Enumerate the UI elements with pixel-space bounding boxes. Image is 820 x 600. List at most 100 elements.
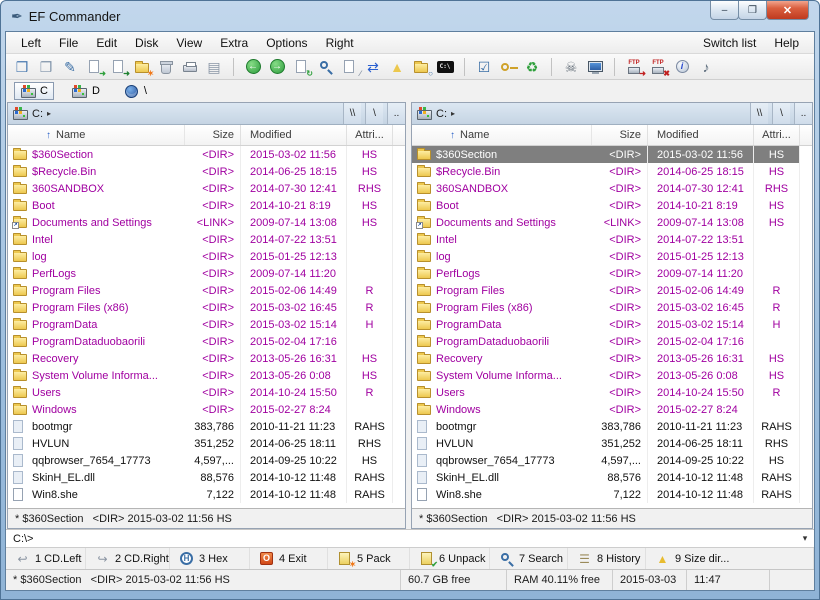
menu-item-disk[interactable]: Disk <box>126 34 167 52</box>
file-row[interactable]: Program Files<DIR>2015-02-06 14:49R <box>412 282 812 299</box>
file-row[interactable]: 360SANDBOX<DIR>2014-07-30 12:41RHS <box>8 180 405 197</box>
path-bar-right[interactable]: C:▸\\\.. <box>412 103 812 125</box>
path-bar-left[interactable]: C:▸\\\.. <box>8 103 405 125</box>
fkey-5-pack[interactable]: ✶5 Pack <box>328 548 410 569</box>
file-row[interactable]: ↗Documents and Settings<LINK>2009-07-14 … <box>8 214 405 231</box>
up-dir-button[interactable]: .. <box>387 103 405 124</box>
file-row[interactable]: Users<DIR>2014-10-24 15:50R <box>412 384 812 401</box>
pyramid-icon[interactable]: ▲ <box>388 58 406 76</box>
file-row[interactable]: $Recycle.Bin<DIR>2014-06-25 18:15HS <box>412 163 812 180</box>
menu-item-right[interactable]: Right <box>317 34 363 52</box>
ftp-disconnect-icon[interactable]: FTP✖ <box>649 58 667 76</box>
ftp-connect-icon[interactable]: FTP➜ <box>625 58 643 76</box>
file-row[interactable]: bootmgr383,7862010-11-21 11:23RAHS <box>8 418 405 435</box>
backslash-button[interactable]: \ <box>772 103 790 124</box>
fkey-3-hex[interactable]: H3 Hex <box>170 548 250 569</box>
print-icon[interactable] <box>181 58 199 76</box>
delete-icon[interactable] <box>157 58 175 76</box>
maximize-button[interactable]: ❐ <box>738 1 767 20</box>
file-row[interactable]: Boot<DIR>2014-10-21 8:19HS <box>8 197 405 214</box>
menu-item-left[interactable]: Left <box>12 34 50 52</box>
column-header-modified[interactable]: Modified <box>648 125 754 145</box>
keys-icon[interactable] <box>499 58 517 76</box>
file-row[interactable]: SkinH_EL.dll88,5762014-10-12 11:48RAHS <box>8 469 405 486</box>
fkey-8-history[interactable]: ☰8 History <box>568 548 646 569</box>
menu-item-switch-list[interactable]: Switch list <box>694 34 765 52</box>
command-prompt-icon[interactable]: C:\ <box>436 58 454 76</box>
command-history-dropdown-icon[interactable]: ▾ <box>796 533 814 544</box>
file-row[interactable]: bootmgr383,7862010-11-21 11:23RAHS <box>412 418 812 435</box>
file-row[interactable]: System Volume Informa...<DIR>2013-05-26 … <box>412 367 812 384</box>
file-row[interactable]: Program Files<DIR>2015-02-06 14:49R <box>8 282 405 299</box>
file-row[interactable]: ProgramDataduobaorili<DIR>2015-02-04 17:… <box>412 333 812 350</box>
file-row[interactable]: Win8.she7,1222014-10-12 11:48RAHS <box>8 486 405 503</box>
edit-icon[interactable]: ✎ <box>61 58 79 76</box>
address-book-icon[interactable]: ❐ <box>37 58 55 76</box>
fkey-4-exit[interactable]: O4 Exit <box>250 548 328 569</box>
menu-item-options[interactable]: Options <box>257 34 316 52</box>
backslash-button[interactable]: \ <box>365 103 383 124</box>
skull-icon[interactable]: ☠ <box>562 58 580 76</box>
properties-icon[interactable]: ☑ <box>475 58 493 76</box>
root-button[interactable]: \\ <box>750 103 768 124</box>
file-row[interactable]: ↗Documents and Settings<LINK>2009-07-14 … <box>412 214 812 231</box>
file-row[interactable]: $Recycle.Bin<DIR>2014-06-25 18:15HS <box>8 163 405 180</box>
column-header-size[interactable]: Size <box>592 125 648 145</box>
file-row[interactable]: ProgramData<DIR>2015-03-02 15:14H <box>8 316 405 333</box>
column-header-name[interactable]: ↑Name <box>412 125 592 145</box>
file-row[interactable]: qqbrowser_7654_177734,597,...2014-09-25 … <box>8 452 405 469</box>
file-row[interactable]: Windows<DIR>2015-02-27 8:24 <box>412 401 812 418</box>
fkey-9-size-dir-[interactable]: ▲9 Size dir... <box>646 548 814 569</box>
info-icon[interactable]: i <box>673 58 691 76</box>
file-row[interactable]: Program Files (x86)<DIR>2015-03-02 16:45… <box>8 299 405 316</box>
file-row[interactable]: log<DIR>2015-01-25 12:13 <box>8 248 405 265</box>
sound-icon[interactable]: ♪ <box>697 58 715 76</box>
refresh-icon[interactable]: ↻ <box>292 58 310 76</box>
root-button[interactable]: \\ <box>343 103 361 124</box>
menu-item-view[interactable]: View <box>167 34 211 52</box>
new-folder-icon[interactable]: ✶ <box>133 58 151 76</box>
folder-search-icon[interactable]: ○ <box>412 58 430 76</box>
file-row[interactable]: Win8.she7,1222014-10-12 11:48RAHS <box>412 486 812 503</box>
file-row[interactable]: Recovery<DIR>2013-05-26 16:31HS <box>412 350 812 367</box>
column-header-size[interactable]: Size <box>185 125 241 145</box>
file-row[interactable]: $360Section<DIR>2015-03-02 11:56HS <box>8 146 405 163</box>
command-line[interactable]: C:\> ▾ <box>6 529 814 547</box>
back-icon[interactable]: ← <box>244 58 262 76</box>
file-row[interactable]: Boot<DIR>2014-10-21 8:19HS <box>412 197 812 214</box>
file-row[interactable]: qqbrowser_7654_177734,597,...2014-09-25 … <box>412 452 812 469</box>
minimize-button[interactable]: – <box>710 1 739 20</box>
file-row[interactable]: PerfLogs<DIR>2009-07-14 11:20 <box>412 265 812 282</box>
file-row[interactable]: Program Files (x86)<DIR>2015-03-02 16:45… <box>412 299 812 316</box>
column-header-attributes[interactable]: Attri... <box>347 125 393 145</box>
file-row[interactable]: Intel<DIR>2014-07-22 13:51 <box>8 231 405 248</box>
file-row[interactable]: HVLUN351,2522014-06-25 18:11RHS <box>8 435 405 452</box>
file-row[interactable]: Windows<DIR>2015-02-27 8:24 <box>8 401 405 418</box>
recycle-bin-icon[interactable]: ♻ <box>523 58 541 76</box>
move-files-icon[interactable]: ➜ <box>109 58 127 76</box>
sync-icon[interactable]: ⇄ <box>364 58 382 76</box>
drive-c-tab[interactable]: C <box>14 82 54 100</box>
menu-item-extra[interactable]: Extra <box>211 34 257 52</box>
column-header-name[interactable]: ↑Name <box>8 125 185 145</box>
menu-item-edit[interactable]: Edit <box>87 34 126 52</box>
split-file-icon[interactable]: ∕ <box>340 58 358 76</box>
file-row[interactable]: log<DIR>2015-01-25 12:13 <box>412 248 812 265</box>
file-row[interactable]: ProgramDataduobaorili<DIR>2015-02-04 17:… <box>8 333 405 350</box>
column-header-attributes[interactable]: Attri... <box>754 125 800 145</box>
up-dir-button[interactable]: .. <box>794 103 812 124</box>
menu-item-file[interactable]: File <box>50 34 87 52</box>
file-row[interactable]: $360Section<DIR>2015-03-02 11:56HS <box>412 146 812 163</box>
file-row[interactable]: HVLUN351,2522014-06-25 18:11RHS <box>412 435 812 452</box>
open-icon[interactable]: ❒ <box>13 58 31 76</box>
file-row[interactable]: ProgramData<DIR>2015-03-02 15:14H <box>412 316 812 333</box>
forward-icon[interactable]: → <box>268 58 286 76</box>
fkey-2-cd-right[interactable]: ↪2 CD.Right <box>86 548 170 569</box>
fkey-1-cd-left[interactable]: ↩1 CD.Left <box>6 548 86 569</box>
search-icon[interactable] <box>316 58 334 76</box>
network-tab[interactable]: \ <box>118 82 153 100</box>
file-row[interactable]: Recovery<DIR>2013-05-26 16:31HS <box>8 350 405 367</box>
file-row[interactable]: PerfLogs<DIR>2009-07-14 11:20 <box>8 265 405 282</box>
drive-d-tab[interactable]: D <box>66 82 106 100</box>
file-row[interactable]: Intel<DIR>2014-07-22 13:51 <box>412 231 812 248</box>
